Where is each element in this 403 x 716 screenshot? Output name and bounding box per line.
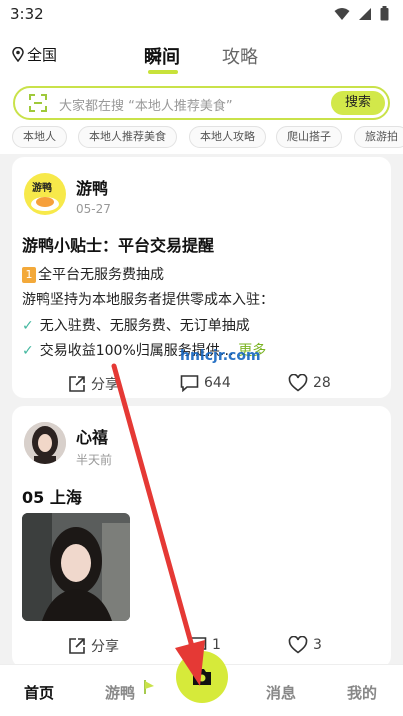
check-icon: ✓ (22, 343, 34, 359)
publish-button[interactable] (176, 651, 228, 703)
status-time: 3:32 (10, 5, 44, 23)
author-name[interactable]: 游鸭 (76, 175, 108, 199)
chip-travel[interactable]: 旅游拍 (354, 126, 403, 148)
share-label: 分享 (91, 377, 119, 393)
search-section: 大家都在搜 “本地人推荐美食” 搜索 (0, 82, 403, 122)
share-button[interactable]: 分享 (68, 636, 119, 656)
share-icon (69, 638, 85, 654)
avatar[interactable]: 游鸭 (24, 173, 66, 215)
comment-button[interactable]: 644 (180, 374, 231, 392)
chip-local-food[interactable]: 本地人推荐美食 (78, 126, 177, 148)
chip-hiking[interactable]: 爬山搭子 (276, 126, 342, 148)
check-icon: ✓ (22, 318, 34, 334)
signal-icon (359, 7, 371, 20)
location-pin-icon (12, 47, 24, 62)
like-count: 28 (313, 375, 331, 391)
post-card[interactable]: 心禧 半天前 05 上海 分享 1 3 (12, 406, 391, 668)
comment-count: 644 (204, 375, 231, 391)
nav-me[interactable]: 我的 (347, 682, 377, 703)
top-nav: 全国 瞬间 攻略 (0, 30, 403, 82)
scan-icon[interactable] (29, 94, 47, 112)
nav-home[interactable]: 首页 (24, 682, 54, 703)
author-name[interactable]: 心禧 (76, 424, 108, 448)
post-date: 半天前 (76, 453, 113, 467)
post-title: 游鸭小贴士：平台交易提醒 (22, 236, 215, 255)
flag-icon (144, 680, 154, 694)
nav-youya[interactable]: 游鸭 (105, 682, 135, 703)
heart-icon (288, 636, 308, 654)
nav-messages[interactable]: 消息 (266, 682, 296, 703)
search-button[interactable]: 搜索 (331, 91, 385, 115)
battery-icon (380, 6, 389, 21)
portrait-image (24, 422, 66, 464)
post-title: 05 上海 (22, 488, 82, 507)
share-label: 分享 (91, 639, 119, 655)
tab-guides[interactable]: 攻略 (222, 43, 258, 69)
location-label: 全国 (27, 46, 58, 64)
share-button[interactable]: 分享 (68, 374, 119, 394)
post-line: ✓ 无入驻费、无服务费、无订单抽成 (22, 318, 250, 334)
tag-chips: 本地人 本地人推荐美食 本地人攻略 爬山搭子 旅游拍 (0, 122, 403, 154)
post-line: 1 全平台无服务费抽成 (22, 264, 164, 284)
like-button[interactable]: 3 (288, 636, 322, 654)
post-date: 05-27 (76, 202, 111, 216)
avatar-logo-text: 游鸭 (32, 183, 52, 194)
comment-icon (180, 375, 199, 392)
like-count: 3 (313, 637, 322, 653)
status-bar: 3:32 (0, 0, 403, 30)
bottom-nav: 首页 游鸭 消息 我的 (0, 651, 403, 716)
share-icon (69, 376, 85, 392)
post-photo[interactable] (22, 513, 130, 621)
tab-moments[interactable]: 瞬间 (144, 43, 180, 69)
avatar[interactable] (24, 422, 66, 464)
chip-locals[interactable]: 本地人 (12, 126, 67, 148)
chip-local-guide[interactable]: 本地人攻略 (189, 126, 266, 148)
status-icons (334, 6, 389, 21)
tab-active-indicator (148, 70, 178, 74)
like-button[interactable]: 28 (288, 374, 331, 392)
comment-count: 1 (212, 637, 221, 653)
wifi-icon (334, 7, 350, 20)
number-one-badge: 1 (22, 267, 36, 283)
location-selector[interactable]: 全国 (12, 44, 57, 65)
camera-icon (193, 669, 211, 685)
watermark-text: hnlcjr.com (180, 348, 261, 364)
heart-icon (288, 374, 308, 392)
search-input[interactable]: 大家都在搜 “本地人推荐美食” (59, 95, 233, 114)
post-actions: 分享 644 28 (12, 374, 391, 402)
search-bar[interactable]: 大家都在搜 “本地人推荐美食” 搜索 (13, 86, 390, 120)
post-line: 游鸭坚持为本地服务者提供零成本入驻： (22, 292, 274, 308)
photo-image (22, 513, 130, 621)
